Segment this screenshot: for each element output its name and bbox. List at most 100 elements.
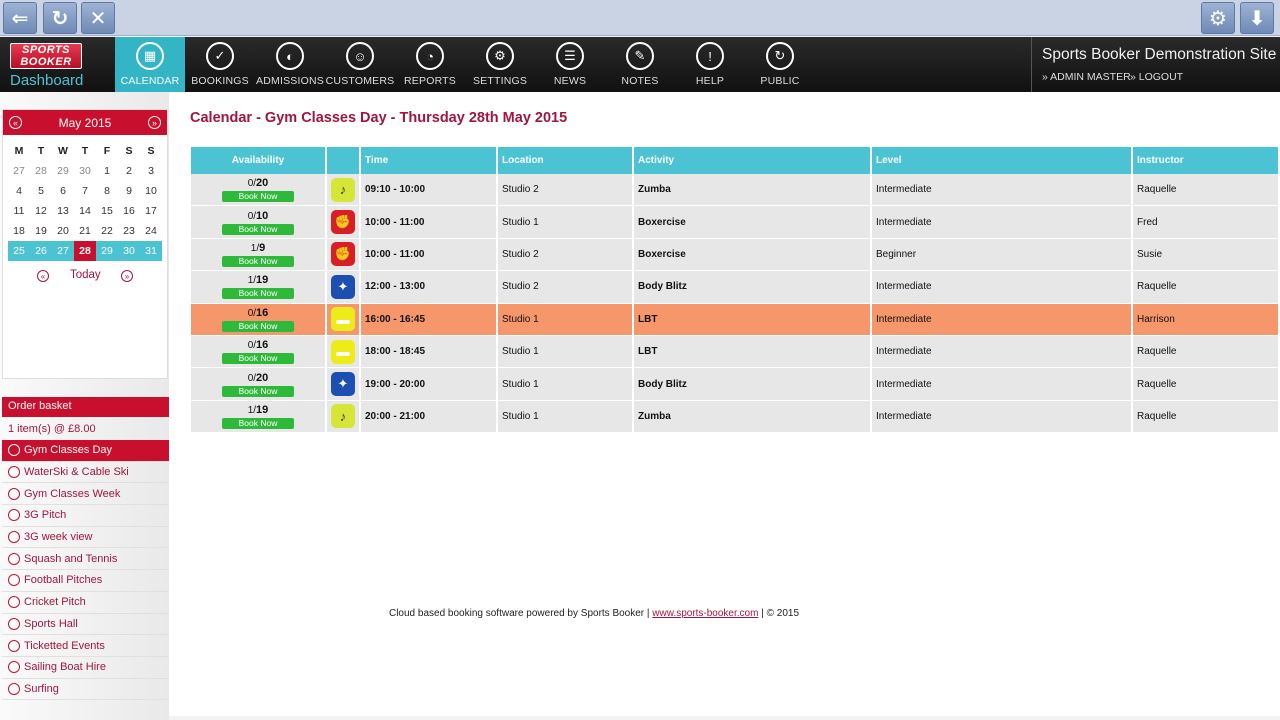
calendar-day[interactable]: 24	[140, 221, 162, 241]
calendar-day[interactable]: 13	[52, 201, 74, 221]
availability-cell: 1/19 Book Now	[191, 271, 327, 304]
calendar-day[interactable]: 17	[140, 201, 162, 221]
menu-item-sports-hall[interactable]: Sports Hall	[2, 614, 173, 636]
calendar-day[interactable]: 9	[118, 181, 140, 201]
table-row[interactable]: 0/16 Book Now ▬ 16:00 - 16:45 Studio 1 LBT Int…	[191, 303, 1280, 336]
calendar-day[interactable]: 27	[52, 241, 74, 261]
book-now-button[interactable]: Book Now	[222, 255, 294, 267]
calendar-day[interactable]: 12	[30, 201, 52, 221]
capacity-count: 19	[256, 403, 269, 416]
table-row[interactable]: 0/20 Book Now ♪ 09:10 - 10:00 Studio 2 Zumba I…	[191, 174, 1280, 207]
nav-item-reports[interactable]: ◔ REPORTS	[395, 37, 465, 92]
table-row[interactable]: 0/10 Book Now ✊ 10:00 - 11:00 Studio 1 Boxerc…	[191, 206, 1280, 239]
menu-item-ticketted-events[interactable]: Ticketted Events	[2, 635, 173, 657]
back-button[interactable]: ⇐	[3, 2, 37, 34]
calendar-day[interactable]: 30	[74, 161, 96, 181]
menu-item-gym-classes-week[interactable]: Gym Classes Week	[2, 483, 173, 506]
refresh-button[interactable]: ↻	[43, 2, 77, 34]
sports-booker-logo[interactable]: SPORTS BOOKER Dashboard	[8, 41, 114, 89]
calendar-day[interactable]: 26	[30, 241, 52, 261]
calendar-day[interactable]: 7	[74, 181, 96, 201]
book-now-button[interactable]: Book Now	[222, 223, 294, 235]
menu-item-3g-pitch[interactable]: 3G Pitch	[2, 505, 173, 527]
book-now-button[interactable]: Book Now	[222, 353, 294, 365]
table-row[interactable]: 0/20 Book Now ✦ 19:00 - 20:00 Studio 1 Body B…	[191, 368, 1280, 401]
calendar-day[interactable]: 22	[96, 221, 118, 241]
calendar-day[interactable]: 29	[96, 241, 118, 261]
admin-master-link[interactable]: » ADMIN MASTER	[1042, 71, 1131, 83]
calendar-day[interactable]: 1	[96, 161, 118, 181]
table-row[interactable]: 0/16 Book Now ▬ 18:00 - 18:45 Studio 1 LBT Int…	[191, 335, 1280, 369]
calendar-day[interactable]: 20	[52, 221, 74, 241]
calendar-day[interactable]: 3	[140, 161, 162, 181]
today-link[interactable]: Today	[70, 269, 101, 281]
prev-week-button[interactable]: «	[37, 270, 49, 282]
table-row[interactable]: 1/19 Book Now ♪ 20:00 - 21:00 Studio 1 Zumba I…	[191, 400, 1280, 434]
dashboard-link[interactable]: Dashboard	[10, 72, 83, 89]
calendar-day[interactable]: 25	[8, 241, 30, 261]
calendar-day[interactable]: 23	[118, 221, 140, 241]
calendar-day[interactable]: 30	[118, 241, 140, 261]
nav-item-notes[interactable]: ✎ NOTES	[605, 37, 675, 92]
calendar-day[interactable]: 4	[8, 181, 30, 201]
calendar-day[interactable]: 15	[96, 201, 118, 221]
nav-item-label: ADMISSIONS	[256, 75, 324, 87]
radio-icon	[8, 639, 20, 652]
menu-item-waterski-cable-ski[interactable]: WaterSki & Cable Ski	[2, 462, 173, 484]
download-button[interactable]: ⬇	[1240, 2, 1274, 34]
book-now-button[interactable]: Book Now	[222, 320, 294, 332]
menu-item-sailing-boat-hire[interactable]: Sailing Boat Hire	[2, 657, 173, 679]
calendar-day[interactable]: 21	[74, 221, 96, 241]
calendar-day[interactable]: 18	[8, 221, 30, 241]
menu-item-gym-classes-day[interactable]: Gym Classes Day	[2, 440, 173, 462]
logout-link[interactable]: » LOGOUT	[1130, 71, 1183, 83]
calendar-day[interactable]: 29	[52, 161, 74, 181]
nav-item-admissions[interactable]: ◐ ADMISSIONS	[255, 37, 325, 92]
prev-month-button[interactable]: «	[9, 116, 22, 129]
calendar-day[interactable]: 28	[74, 241, 96, 261]
calendar-day[interactable]: 11	[8, 201, 30, 221]
nav-item-customers[interactable]: ☺ CUSTOMERS	[325, 37, 395, 92]
activity-icon-cell: ✊	[327, 238, 361, 272]
calendar-day[interactable]: 31	[140, 241, 162, 261]
book-now-button[interactable]: Book Now	[222, 385, 294, 397]
settings-button[interactable]: ⚙	[1201, 2, 1235, 34]
table-row[interactable]: 1/9 Book Now ✊ 10:00 - 11:00 Studio 2 Boxerci…	[191, 238, 1280, 272]
nav-item-news[interactable]: ☰ NEWS	[535, 37, 605, 92]
calendar-day[interactable]: 8	[96, 181, 118, 201]
close-button[interactable]: ✕	[81, 2, 115, 34]
footer-link[interactable]: www.sports-booker.com	[652, 608, 758, 619]
menu-item-3g-week-view[interactable]: 3G week view	[2, 527, 173, 549]
resource-menu: Gym Classes Day WaterSki & Cable Ski Gym C…	[2, 440, 173, 701]
nav-item-help[interactable]: ! HELP	[675, 37, 745, 92]
calendar-day[interactable]: 5	[30, 181, 52, 201]
book-now-button[interactable]: Book Now	[222, 288, 294, 300]
table-row[interactable]: 1/19 Book Now ✦ 12:00 - 13:00 Studio 2 Body B…	[191, 271, 1280, 304]
nav-item-settings[interactable]: ⚙ SETTINGS	[465, 37, 535, 92]
capacity-count: 9	[259, 241, 266, 254]
body-blitz-icon: ✦	[331, 372, 355, 397]
calendar-day[interactable]: 2	[118, 161, 140, 181]
nav-item-calendar[interactable]: ▦ CALENDAR	[115, 37, 185, 92]
next-week-button[interactable]: »	[121, 270, 133, 282]
calendar-day[interactable]: 6	[52, 181, 74, 201]
order-basket-header[interactable]: Order basket	[2, 397, 173, 417]
calendar-day[interactable]: 16	[118, 201, 140, 221]
calendar-day[interactable]: 10	[140, 181, 162, 201]
book-now-button[interactable]: Book Now	[222, 191, 294, 203]
menu-item-cricket-pitch[interactable]: Cricket Pitch	[2, 592, 173, 614]
menu-item-squash-and-tennis[interactable]: Squash and Tennis	[2, 548, 173, 571]
order-basket-info[interactable]: 1 item(s) @ £8.00	[8, 423, 96, 435]
book-now-button[interactable]: Book Now	[222, 417, 294, 429]
booked-count: 0/	[247, 340, 257, 352]
nav-item-label: BOOKINGS	[191, 75, 249, 87]
calendar-day[interactable]: 19	[30, 221, 52, 241]
menu-item-surfing[interactable]: Surfing	[2, 679, 173, 701]
next-month-button[interactable]: »	[147, 116, 161, 129]
nav-item-public[interactable]: ↻ PUBLIC	[745, 37, 815, 92]
nav-item-bookings[interactable]: ✓ BOOKINGS	[185, 37, 255, 92]
calendar-day[interactable]: 27	[8, 161, 30, 181]
calendar-day[interactable]: 14	[74, 201, 96, 221]
calendar-day[interactable]: 28	[30, 161, 52, 181]
menu-item-football-pitches[interactable]: Football Pitches	[2, 570, 173, 592]
